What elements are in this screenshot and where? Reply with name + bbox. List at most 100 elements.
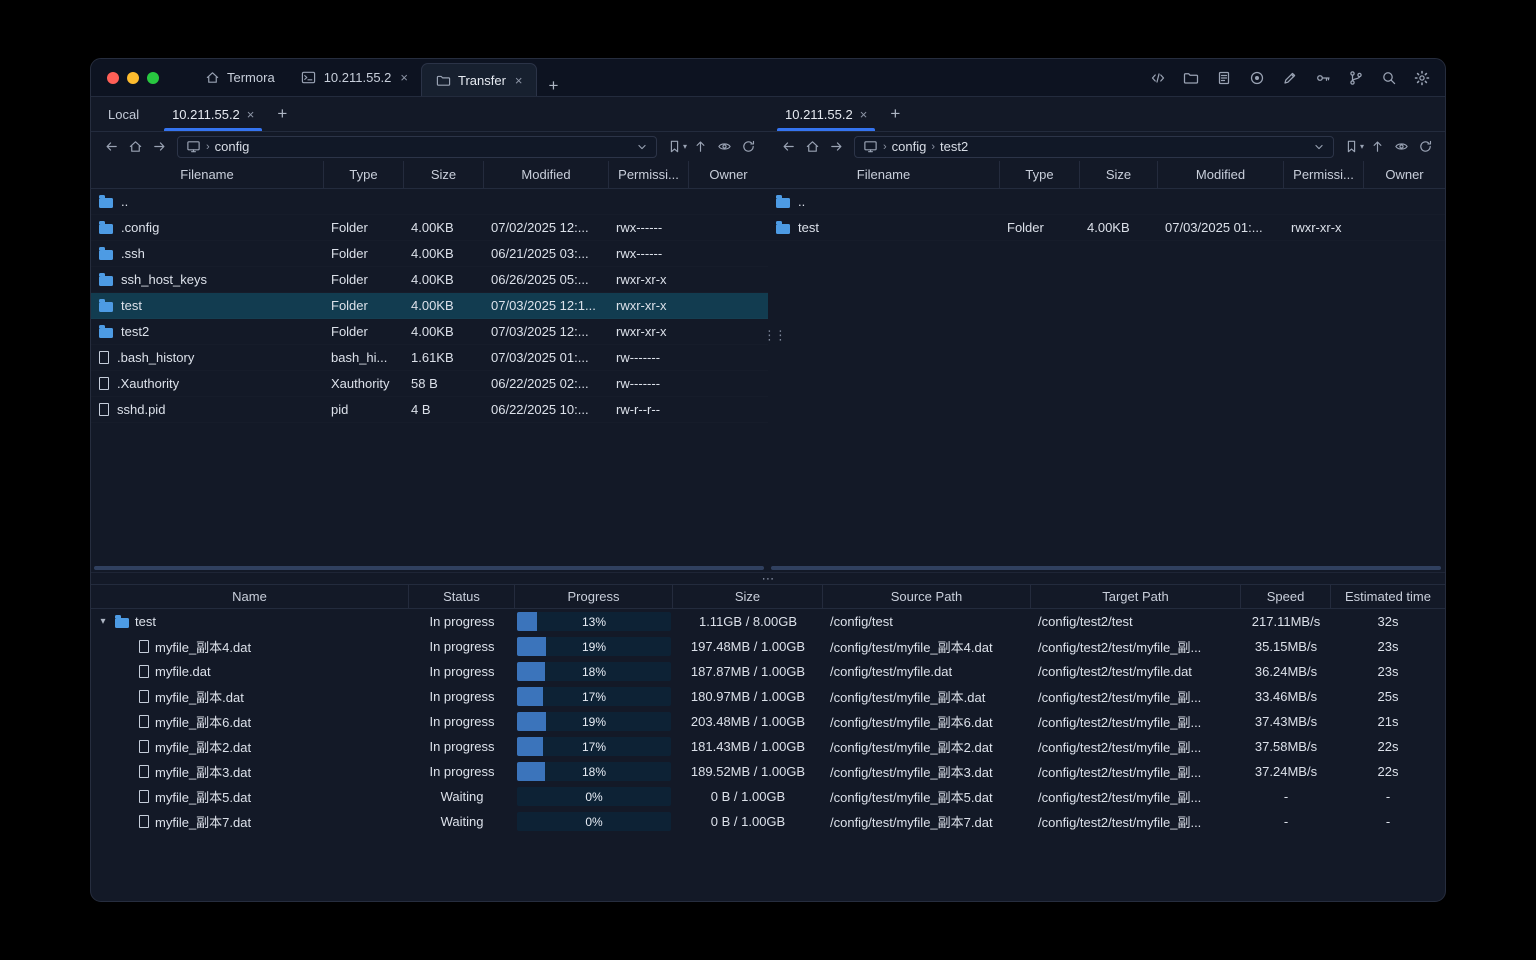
transfer-speed: 36.24MB/s xyxy=(1254,664,1318,679)
file-row[interactable]: .config Folder 4.00KB 07/02/2025 12:... … xyxy=(91,215,768,241)
forward-button[interactable] xyxy=(148,136,170,158)
column-header[interactable]: Size xyxy=(1080,161,1158,188)
file-modified: 07/03/2025 12:1... xyxy=(491,298,596,313)
parent-directory-button[interactable] xyxy=(1366,136,1388,158)
settings-icon[interactable] xyxy=(1411,67,1433,89)
show-hidden-toggle[interactable] xyxy=(713,136,735,158)
new-pane-tab-button[interactable]: + xyxy=(880,97,910,131)
close-tab-icon[interactable]: × xyxy=(400,70,408,85)
edit-icon[interactable] xyxy=(1279,67,1301,89)
tab-host[interactable]: 10.211.55.2 × xyxy=(288,59,421,96)
chevron-down-icon[interactable] xyxy=(1312,140,1326,154)
refresh-button[interactable] xyxy=(737,136,759,158)
column-header[interactable]: Owner xyxy=(1364,161,1445,188)
code-icon[interactable] xyxy=(1147,67,1169,89)
search-icon[interactable] xyxy=(1378,67,1400,89)
file-row[interactable]: .ssh Folder 4.00KB 06/21/2025 03:... rwx… xyxy=(91,241,768,267)
branch-icon[interactable] xyxy=(1345,67,1367,89)
column-header[interactable]: Source Path xyxy=(823,585,1031,608)
back-button[interactable] xyxy=(100,136,122,158)
transfer-row[interactable]: myfile_副本3.dat In progress 18% 189.52MB … xyxy=(91,759,1445,784)
file-type-icon xyxy=(115,615,129,628)
column-header[interactable]: Type xyxy=(324,161,404,188)
home-button[interactable] xyxy=(801,136,823,158)
transfer-row[interactable]: myfile_副本.dat In progress 17% 180.97MB /… xyxy=(91,684,1445,709)
file-row[interactable]: .bash_history bash_hi... 1.61KB 07/03/20… xyxy=(91,345,768,371)
pane-tab[interactable]: 10.211.55.2 × xyxy=(772,97,880,131)
file-row[interactable]: .Xauthority Xauthority 58 B 06/22/2025 0… xyxy=(91,371,768,397)
column-header[interactable]: Permissi... xyxy=(1284,161,1364,188)
column-header[interactable]: Modified xyxy=(484,161,609,188)
transfer-splitter[interactable]: ⋯ xyxy=(91,572,1445,585)
new-pane-tab-button[interactable]: + xyxy=(267,97,297,131)
minimize-button[interactable] xyxy=(127,71,139,84)
file-row[interactable]: sshd.pid pid 4 B 06/22/2025 10:... rw-r-… xyxy=(91,397,768,423)
column-header[interactable]: Filename xyxy=(768,161,1000,188)
column-header[interactable]: Modified xyxy=(1158,161,1284,188)
transfer-row[interactable]: myfile_副本6.dat In progress 19% 203.48MB … xyxy=(91,709,1445,734)
column-header[interactable]: Estimated time xyxy=(1331,585,1445,608)
chevron-down-icon[interactable] xyxy=(635,140,649,154)
column-header[interactable]: Owner xyxy=(689,161,768,188)
record-icon[interactable] xyxy=(1246,67,1268,89)
column-header[interactable]: Status xyxy=(409,585,515,608)
transfer-row[interactable]: myfile_副本2.dat In progress 17% 181.43MB … xyxy=(91,734,1445,759)
home-button[interactable] xyxy=(124,136,146,158)
estimated-time: 23s xyxy=(1377,664,1399,679)
column-header[interactable]: Size xyxy=(404,161,484,188)
expand-chevron[interactable]: ▾ xyxy=(97,616,109,627)
close-tab-icon[interactable]: × xyxy=(247,107,255,122)
source-path: /config/test/myfile_副本4.dat xyxy=(830,640,993,655)
transfer-row[interactable]: myfile_副本4.dat In progress 19% 197.48MB … xyxy=(91,634,1445,659)
path-breadcrumb[interactable]: › config xyxy=(177,135,657,158)
breadcrumb-segment[interactable]: test2 xyxy=(940,139,968,154)
forward-button[interactable] xyxy=(825,136,847,158)
scrollbar-thumb[interactable] xyxy=(94,566,764,570)
column-header[interactable]: Progress xyxy=(515,585,673,608)
transfer-row[interactable]: myfile.dat In progress 18% 187.87MB / 1.… xyxy=(91,659,1445,684)
close-tab-icon[interactable]: × xyxy=(515,73,523,88)
column-header[interactable]: Type xyxy=(1000,161,1080,188)
transfer-row[interactable]: ▾ test In progress 13% 1.11GB / 8.00GB /… xyxy=(91,609,1445,634)
breadcrumb-segment[interactable]: config xyxy=(892,139,927,154)
key-icon[interactable] xyxy=(1312,67,1334,89)
sftp-folder-icon[interactable] xyxy=(1180,67,1202,89)
scrollbar-thumb[interactable] xyxy=(771,566,1441,570)
file-row[interactable]: test Folder 4.00KB 07/03/2025 12:1... rw… xyxy=(91,293,768,319)
file-row[interactable]: .. xyxy=(91,189,768,215)
file-row[interactable]: test Folder 4.00KB 07/03/2025 01:... rwx… xyxy=(768,215,1445,241)
column-header[interactable]: Target Path xyxy=(1031,585,1241,608)
file-row[interactable]: .. xyxy=(768,189,1445,215)
close-button[interactable] xyxy=(107,71,119,84)
bookmark-dropdown-icon[interactable]: ▾ xyxy=(683,142,687,151)
source-path: /config/test/myfile_副本3.dat xyxy=(830,765,993,780)
column-header[interactable]: Filename xyxy=(91,161,324,188)
bookmark-dropdown-icon[interactable]: ▾ xyxy=(1360,142,1364,151)
column-header[interactable]: Name xyxy=(91,585,409,608)
new-tab-button[interactable]: + xyxy=(537,76,571,96)
pane-tab[interactable]: 10.211.55.2 × xyxy=(159,97,267,131)
column-header[interactable]: Speed xyxy=(1241,585,1331,608)
transfer-row[interactable]: myfile_副本7.dat Waiting 0% 0 B / 1.00GB /… xyxy=(91,809,1445,834)
pane-tab[interactable]: Local xyxy=(95,97,159,131)
transfer-name: myfile_副本.dat xyxy=(155,690,244,705)
target-path: /config/test2/test xyxy=(1038,614,1133,629)
back-button[interactable] xyxy=(777,136,799,158)
transfer-row[interactable]: myfile_副本5.dat Waiting 0% 0 B / 1.00GB /… xyxy=(91,784,1445,809)
parent-directory-button[interactable] xyxy=(689,136,711,158)
file-row[interactable]: test2 Folder 4.00KB 07/03/2025 12:... rw… xyxy=(91,319,768,345)
tab-termora[interactable]: Termora xyxy=(191,59,288,96)
file-row[interactable]: ssh_host_keys Folder 4.00KB 06/26/2025 0… xyxy=(91,267,768,293)
log-icon[interactable] xyxy=(1213,67,1235,89)
zoom-button[interactable] xyxy=(147,71,159,84)
refresh-button[interactable] xyxy=(1414,136,1436,158)
show-hidden-toggle[interactable] xyxy=(1390,136,1412,158)
tab-transfer[interactable]: Transfer × xyxy=(421,63,537,96)
path-breadcrumb[interactable]: › config › test2 xyxy=(854,135,1334,158)
close-tab-icon[interactable]: × xyxy=(860,107,868,122)
column-header[interactable]: Permissi... xyxy=(609,161,689,188)
source-path: /config/test xyxy=(830,614,893,629)
column-header[interactable]: Size xyxy=(673,585,823,608)
file-type: Folder xyxy=(331,324,368,339)
breadcrumb-segment[interactable]: config xyxy=(215,139,250,154)
